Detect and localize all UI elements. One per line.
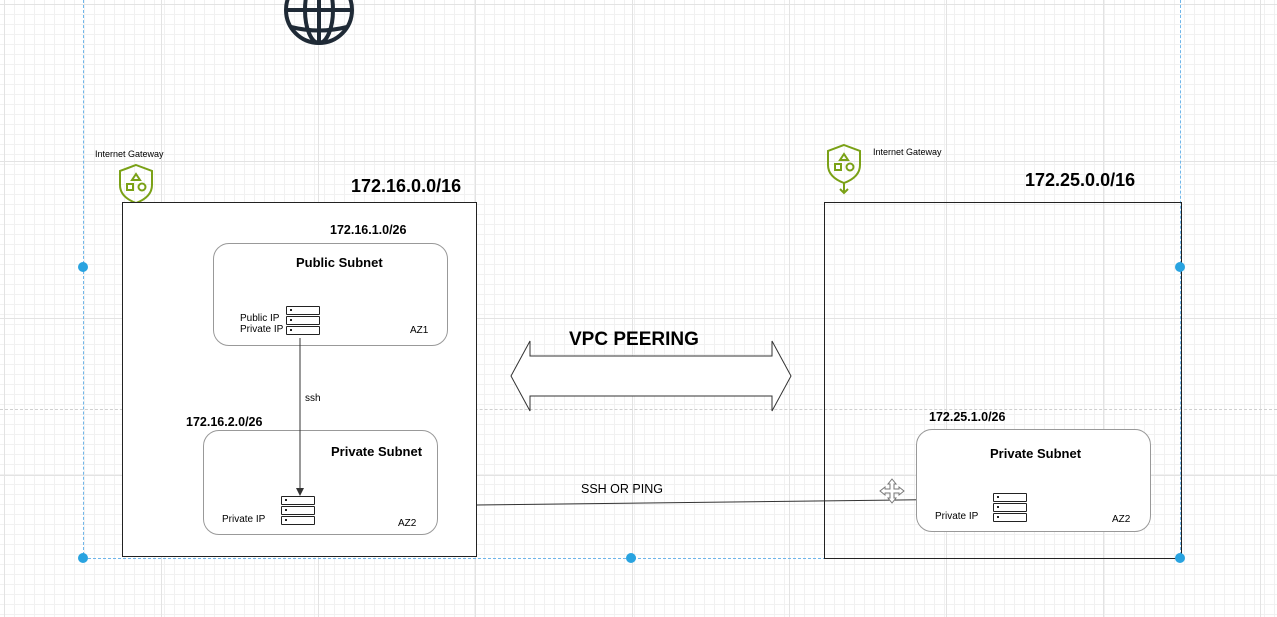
ssh-label: ssh (305, 393, 321, 404)
right-private-server-icon[interactable] (993, 493, 1027, 523)
resize-handle-bottom-left[interactable] (78, 553, 88, 563)
public-server-icon[interactable] (286, 306, 320, 336)
public-subnet-private-ip-label: Private IP (240, 324, 284, 335)
left-vpc-cidr: 172.16.0.0/16 (351, 176, 462, 196)
ssh-arrow[interactable] (290, 338, 310, 498)
right-private-subnet-cidr: 172.25.1.0/26 (929, 410, 1006, 424)
resize-handle-bottom-right[interactable] (1175, 553, 1185, 563)
public-subnet-cidr: 172.16.1.0/26 (330, 223, 407, 237)
private-subnet-title: Private Subnet (331, 444, 423, 459)
right-private-subnet-title: Private Subnet (990, 446, 1082, 461)
right-internet-gateway-icon[interactable] (825, 143, 863, 195)
private-subnet-az: AZ2 (398, 518, 417, 529)
public-ip-label: Public IP (240, 313, 280, 324)
private-subnet-cidr: 172.16.2.0/26 (186, 415, 263, 429)
globe-icon[interactable] (280, 0, 358, 50)
resize-handle-bottom[interactable] (626, 553, 636, 563)
private-subnet-private-ip-label: Private IP (222, 514, 266, 525)
public-subnet-title: Public Subnet (296, 255, 383, 270)
right-private-subnet-az: AZ2 (1112, 514, 1131, 525)
selection-guide-left (83, 0, 84, 560)
private-server-icon[interactable] (281, 496, 315, 526)
resize-handle-right[interactable] (1175, 262, 1185, 272)
right-igw-label: Internet Gateway (873, 147, 942, 157)
left-internet-gateway-icon[interactable] (117, 163, 155, 205)
public-subnet-az: AZ1 (410, 325, 429, 336)
resize-handle-left[interactable] (78, 262, 88, 272)
right-private-ip-label: Private IP (935, 511, 979, 522)
left-igw-label: Internet Gateway (95, 149, 164, 159)
right-vpc-cidr: 172.25.0.0/16 (1025, 170, 1136, 190)
vpc-peering-double-arrow[interactable] (508, 338, 794, 416)
